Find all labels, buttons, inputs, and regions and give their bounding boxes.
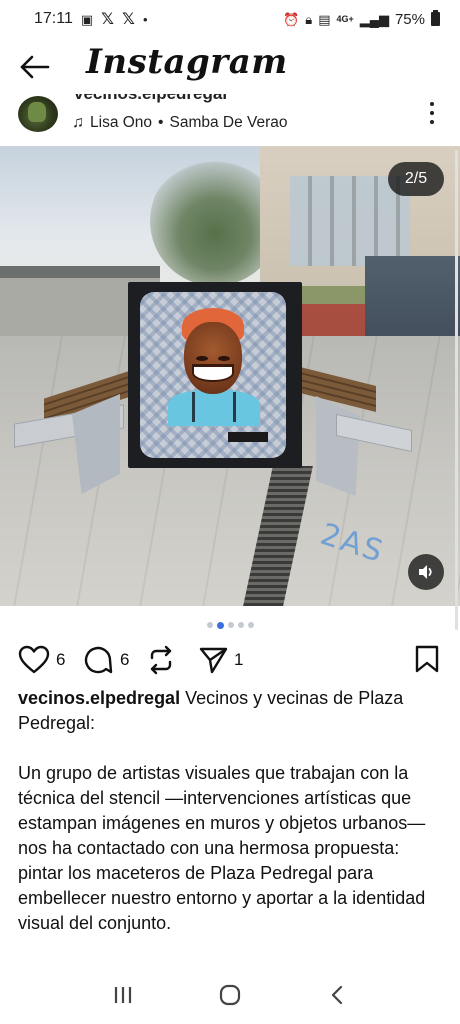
photo-planter — [128, 282, 302, 468]
system-navigation-bar — [0, 966, 460, 1024]
caption-first-line: vecinos.elpedregal Vecinos y vecinas de … — [18, 686, 448, 736]
alarm-icon: ⏰ — [283, 11, 300, 27]
more-options-button[interactable] — [422, 98, 442, 128]
bench-end — [316, 396, 360, 496]
system-back-button[interactable] — [317, 980, 357, 1010]
portrait-smile — [192, 364, 234, 382]
avatar[interactable] — [18, 96, 58, 132]
post-caption: vecinos.elpedregal Vecinos y vecinas de … — [18, 686, 448, 936]
network-type: 4G+ — [336, 13, 354, 24]
bookmark-icon — [415, 645, 439, 673]
recent-apps-button[interactable] — [103, 980, 143, 1010]
lock-icon: 🔒︎ — [305, 11, 313, 27]
battery-percent: 75% — [394, 10, 425, 28]
stencil-portrait — [168, 308, 260, 426]
more-dot — [430, 120, 434, 124]
portrait-shirt — [168, 390, 260, 426]
app-header: Instagram — [0, 38, 460, 94]
music-info[interactable]: ♫ Lisa Ono • Samba De Verao — [72, 114, 288, 132]
recent-apps-icon — [115, 987, 132, 1003]
heart-icon — [18, 645, 50, 674]
more-notifications-icon: • — [142, 11, 148, 27]
nfc-icon: ▤ — [318, 11, 331, 27]
send-icon — [199, 647, 228, 674]
back-button[interactable] — [18, 52, 52, 82]
scrollbar[interactable] — [455, 150, 458, 630]
battery-icon — [431, 10, 440, 26]
more-vertical-icon — [430, 102, 434, 106]
home-button[interactable] — [210, 980, 250, 1010]
save-button[interactable] — [414, 644, 440, 679]
comment-icon — [84, 646, 113, 674]
status-time: 17:11 — [34, 10, 73, 27]
carousel-dot — [227, 622, 234, 628]
arrow-left-icon — [20, 55, 50, 79]
post-actions: 6 6 1 — [0, 642, 460, 680]
carousel-dot — [237, 622, 244, 628]
speaker-icon — [419, 565, 432, 579]
post-image[interactable]: 2AS 2/5 — [0, 146, 460, 606]
gallery-notification-icon: ▣ — [80, 11, 94, 27]
post-header: vecinos.elpedregal ♫ Lisa Ono • Samba De… — [0, 94, 460, 144]
sound-toggle-button[interactable] — [408, 554, 444, 590]
comment-button[interactable]: 6 — [82, 642, 129, 678]
repost-button[interactable] — [146, 642, 176, 678]
chevron-left-icon — [331, 985, 342, 1005]
caption-username[interactable]: vecinos.elpedregal — [18, 688, 180, 708]
home-icon — [219, 984, 241, 1006]
more-dot — [430, 111, 434, 115]
music-track: Samba De Verao — [169, 114, 288, 131]
portrait-eye — [196, 356, 208, 361]
caption-paragraph: Un grupo de artistas visuales que trabaj… — [18, 763, 426, 933]
like-count: 6 — [56, 650, 66, 669]
status-right: ⏰ 🔒︎ ▤ 4G+ ▂▄▆ 75% — [283, 10, 440, 28]
portrait-face — [184, 322, 242, 394]
stencil-panel — [140, 292, 286, 458]
app-title: Instagram — [86, 42, 288, 82]
x-notification-icon-2: 𝕏 — [122, 11, 135, 28]
stencil-tag — [228, 432, 268, 442]
signal-icon: ▂▄▆ — [359, 11, 389, 27]
music-note-icon: ♫ — [72, 114, 84, 131]
carousel-indicator — [0, 619, 460, 631]
portrait-eye — [218, 356, 230, 361]
share-button[interactable]: 1 — [198, 642, 243, 678]
photo-bench-left — [14, 369, 134, 494]
carousel-dot — [206, 622, 213, 628]
music-separator: • — [158, 114, 164, 131]
photo-bench-right — [296, 366, 416, 496]
bench-wood — [296, 366, 376, 412]
status-bar: 17:11 ▣ 𝕏 𝕏 • ⏰ 🔒︎ ▤ 4G+ ▂▄▆ 75% — [0, 0, 460, 38]
status-left: 17:11 ▣ 𝕏 𝕏 • — [34, 9, 148, 29]
share-count: 1 — [234, 650, 244, 669]
carousel-dot — [247, 622, 254, 628]
x-notification-icon: 𝕏 — [101, 11, 115, 28]
comment-count: 6 — [120, 650, 130, 669]
image-counter: 2/5 — [388, 162, 444, 196]
repost-icon — [150, 645, 172, 675]
like-button[interactable]: 6 — [18, 642, 65, 678]
post-username[interactable]: vecinos.elpedregal — [74, 94, 227, 104]
music-artist: Lisa Ono — [90, 114, 153, 131]
carousel-dot-active — [216, 621, 224, 629]
